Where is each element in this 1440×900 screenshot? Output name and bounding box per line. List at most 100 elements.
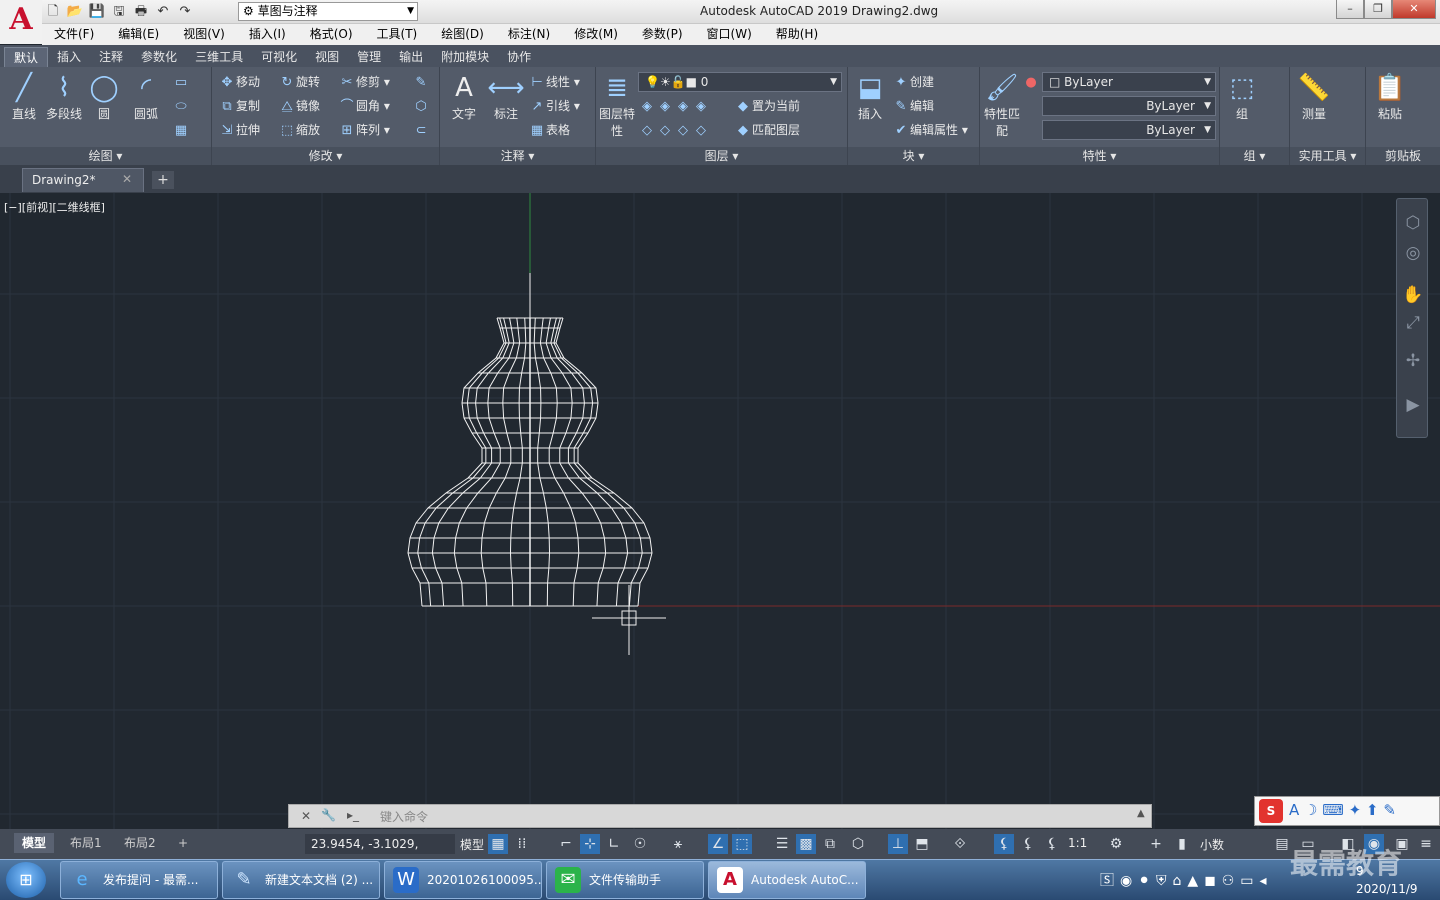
text-tool[interactable]: A 文字 <box>444 71 484 122</box>
menu-format[interactable]: 格式(O) <box>298 24 365 45</box>
panel-draw-title[interactable]: 绘图 ▾ <box>0 147 211 165</box>
menu-view[interactable]: 视图(V) <box>171 24 237 45</box>
workspace-select[interactable]: ⚙ 草图与注释 ▼ <box>238 2 418 21</box>
layer-unisolate-icon[interactable]: ◇ <box>656 120 674 142</box>
linetype-select[interactable]: ByLayer ▼ <box>1042 120 1216 140</box>
panel-groups-title[interactable]: 组 ▾ <box>1220 147 1289 165</box>
taskbar-item-document[interactable]: W 20201026100095... <box>384 861 542 899</box>
layer-properties-tool[interactable]: ≣ 图层特性 <box>598 71 636 139</box>
object-snap-icon[interactable]: ⬚ <box>732 834 752 854</box>
3d-osnap-icon[interactable]: ⬡ <box>848 834 868 854</box>
tab-layout2[interactable]: 布局2 <box>116 833 164 853</box>
explode-tool[interactable]: ⬡ <box>412 95 430 117</box>
panel-block-title[interactable]: 块 ▾ <box>848 147 979 165</box>
pan-hand-icon[interactable]: ✋ <box>1402 285 1424 309</box>
offset-tool[interactable]: ⊂ <box>412 119 430 141</box>
redo-icon[interactable]: ↷ <box>176 3 194 21</box>
tab-layout1[interactable]: 布局1 <box>62 833 110 853</box>
measure-tool[interactable]: 📏 测量 <box>1294 71 1334 122</box>
open-file-icon[interactable]: 📂 <box>66 3 84 21</box>
taskbar-item-ie[interactable]: e 发布提问 - 最需... <box>60 861 218 899</box>
match-properties-tool[interactable]: 🖌 特性匹配 <box>982 71 1022 139</box>
grid-toggle-icon[interactable]: ▦ <box>488 834 508 854</box>
polar-tracking-icon[interactable]: ☉ <box>630 834 650 854</box>
isodraft-icon[interactable]: ⚹ <box>668 834 688 854</box>
undo-icon[interactable]: ↶ <box>154 3 172 21</box>
trim-tool[interactable]: ✂ 修剪 ▾ <box>338 71 390 93</box>
taskbar-item-wechat[interactable]: ✉ 文件传输助手 <box>546 861 704 899</box>
mirror-tool[interactable]: ⧋ 镜像 <box>278 95 320 117</box>
menu-insert[interactable]: 插入(I) <box>237 24 298 45</box>
fillet-tool[interactable]: ⌒ 圆角 ▾ <box>338 95 389 117</box>
ortho-icon[interactable]: ∟ <box>604 834 624 854</box>
group-tool[interactable]: ⬚ 组 <box>1222 71 1262 122</box>
layer-select[interactable]: 💡☀🔓■ 0 ▼ <box>638 72 842 92</box>
scale-tool[interactable]: ⬚ 缩放 <box>278 119 320 141</box>
viewport-controls[interactable]: [−][前视][二维线框] <box>4 199 105 215</box>
layer-off-icon[interactable]: ◈ <box>638 96 656 118</box>
tab-annotate[interactable]: 注释 <box>90 47 132 67</box>
ellipse-tool[interactable]: ⬭ <box>172 95 190 117</box>
wrench-icon[interactable]: 🔧 <box>321 808 336 822</box>
infer-constraints-icon[interactable]: ⌐ <box>556 834 576 854</box>
transparency-icon[interactable]: ▩ <box>796 834 816 854</box>
restore-button[interactable]: ❐ <box>1364 0 1392 19</box>
layer-freeze-icon[interactable]: ◈ <box>674 96 692 118</box>
sogou-icon[interactable]: S <box>1259 799 1283 823</box>
minimize-button[interactable]: – <box>1336 0 1364 19</box>
save-icon[interactable]: 💾 <box>88 3 106 21</box>
gizmo-icon[interactable]: ⟐ <box>950 834 970 854</box>
color-wheel-icon[interactable]: ● <box>1022 71 1040 93</box>
menu-dimension[interactable]: 标注(N) <box>496 24 562 45</box>
polyline-tool[interactable]: ⌇ 多段线 <box>44 71 84 122</box>
hatch-tool[interactable]: ▦ <box>172 119 190 141</box>
tab-view[interactable]: 视图 <box>306 47 348 67</box>
viewcube-icon[interactable]: ⬡ <box>1402 213 1424 237</box>
customization-icon[interactable]: ≡ <box>1416 834 1436 854</box>
ime-tools-icons[interactable]: A ☽ ⌨ ✦ ⬆ ✎ <box>1289 801 1396 819</box>
edit-block-tool[interactable]: ✎ 编辑 <box>892 95 934 117</box>
quick-properties-icon[interactable]: ▤ <box>1272 834 1292 854</box>
ime-toolbar[interactable]: S A ☽ ⌨ ✦ ⬆ ✎ <box>1254 796 1440 826</box>
tab-collaborate[interactable]: 协作 <box>498 47 540 67</box>
menu-file[interactable]: 文件(F) <box>42 24 106 45</box>
layer-isolate-icon[interactable]: ◈ <box>656 96 674 118</box>
circle-tool[interactable]: ◯ 圆 <box>84 71 124 122</box>
object-snap-tracking-icon[interactable]: ∠ <box>708 834 728 854</box>
copy-tool[interactable]: ⧉ 复制 <box>218 95 260 117</box>
steering-wheel-icon[interactable]: ◎ <box>1402 243 1424 267</box>
workspace-gear-icon[interactable]: ⚙ <box>1106 834 1126 854</box>
menu-help[interactable]: 帮助(H) <box>764 24 830 45</box>
array-tool[interactable]: ⊞ 阵列 ▾ <box>338 119 390 141</box>
panel-properties-title[interactable]: 特性 ▾ <box>980 147 1219 165</box>
erase-tool[interactable]: ✎ <box>412 71 430 93</box>
coordinates-readout[interactable]: 23.9454, -3.1029, 0.0000 <box>305 834 455 871</box>
line-tool[interactable]: ╱ 直线 <box>4 71 44 122</box>
units-icon[interactable]: ▮ <box>1172 834 1192 854</box>
orbit-icon[interactable]: ✢ <box>1402 351 1424 375</box>
units-value[interactable]: 小数 <box>1200 836 1224 853</box>
tab-manage[interactable]: 管理 <box>348 47 390 67</box>
menu-modify[interactable]: 修改(M) <box>562 24 630 45</box>
chevron-up-icon[interactable]: ▲ <box>1137 808 1145 819</box>
tab-insert[interactable]: 插入 <box>48 47 90 67</box>
layer-lock-icon[interactable]: ◈ <box>692 96 710 118</box>
close-icon[interactable]: ✕ <box>301 809 311 823</box>
taskbar-item-notepad[interactable]: ✎ 新建文本文档 (2) ... <box>222 861 380 899</box>
autocad-logo-icon[interactable]: A <box>0 0 42 44</box>
menu-window[interactable]: 窗口(W) <box>695 24 764 45</box>
tab-3d-tools[interactable]: 三维工具 <box>186 47 252 67</box>
tab-output[interactable]: 输出 <box>390 47 432 67</box>
stretch-tool[interactable]: ⇲ 拉伸 <box>218 119 260 141</box>
close-button[interactable]: ✕ <box>1392 0 1436 19</box>
tab-model[interactable]: 模型 <box>14 833 55 853</box>
panel-modify-title[interactable]: 修改 ▾ <box>212 147 439 165</box>
dynamic-input-icon[interactable]: ⊹ <box>580 834 600 854</box>
tab-addins[interactable]: 附加模块 <box>432 47 498 67</box>
insert-block-tool[interactable]: ⬓ 插入 <box>850 71 890 122</box>
menu-parametric[interactable]: 参数(P) <box>630 24 695 45</box>
add-layout-button[interactable]: + <box>170 833 196 853</box>
save-as-icon[interactable]: 🖫 <box>110 3 128 21</box>
annotation-scale-value[interactable]: 1:1 <box>1068 836 1087 850</box>
print-icon[interactable]: 🖶 <box>132 3 150 21</box>
